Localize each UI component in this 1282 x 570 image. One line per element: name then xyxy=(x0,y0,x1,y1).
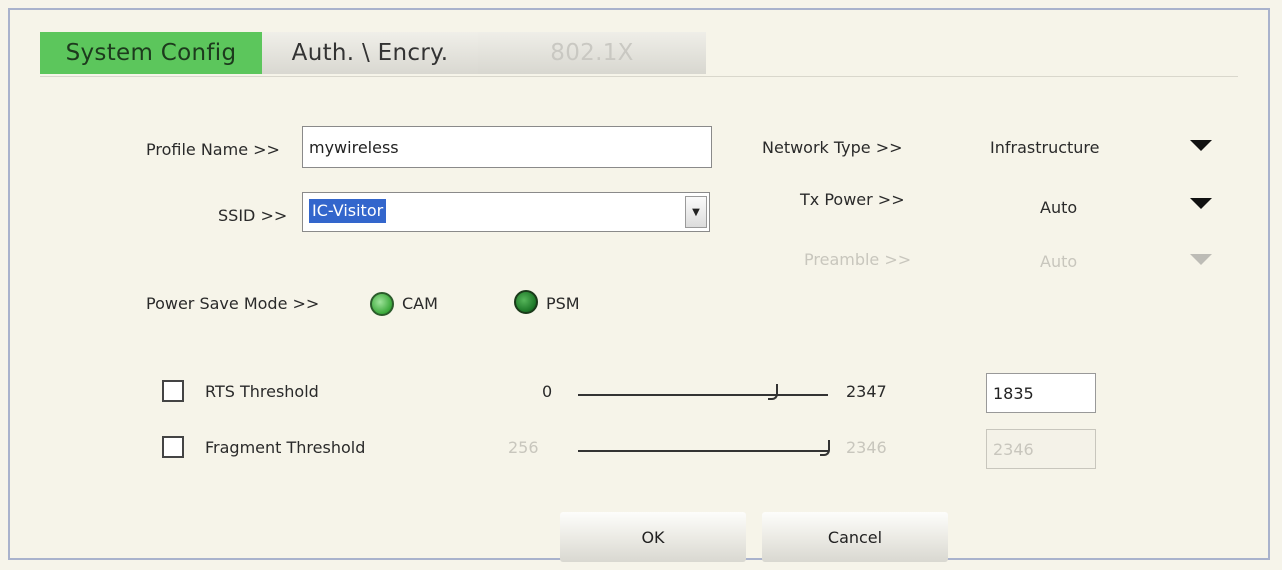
rts-max-label: 2347 xyxy=(846,382,887,401)
preamble-value: Auto xyxy=(1040,252,1078,271)
cam-radio[interactable] xyxy=(370,292,394,316)
preamble-label: Preamble >> xyxy=(804,250,912,269)
network-type-dropdown-icon[interactable] xyxy=(1190,140,1212,151)
profile-name-input[interactable]: mywireless xyxy=(302,126,712,168)
rts-min-label: 0 xyxy=(542,382,553,401)
cam-label: CAM xyxy=(402,294,438,313)
ok-button[interactable]: OK xyxy=(560,512,746,562)
fragment-threshold-label: Fragment Threshold xyxy=(205,438,366,457)
chevron-down-icon: ▼ xyxy=(692,206,700,218)
fragment-min-label: 256 xyxy=(508,438,539,457)
ssid-label: SSID >> xyxy=(218,206,288,225)
psm-radio[interactable] xyxy=(514,290,538,314)
rts-value-input[interactable]: 1835 xyxy=(986,373,1096,413)
cancel-button[interactable]: Cancel xyxy=(762,512,948,562)
fragment-threshold-checkbox[interactable] xyxy=(162,436,184,458)
rts-threshold-label: RTS Threshold xyxy=(205,382,319,401)
tab-bar: System Config Auth. \ Encry. 802.1X xyxy=(40,32,706,74)
power-save-mode-label: Power Save Mode >> xyxy=(146,294,320,313)
tab-divider xyxy=(40,76,1238,77)
tab-auth-encry[interactable]: Auth. \ Encry. xyxy=(262,32,478,74)
tab-system-config[interactable]: System Config xyxy=(40,32,262,74)
tx-power-label: Tx Power >> xyxy=(800,190,905,209)
ssid-dropdown-button[interactable]: ▼ xyxy=(685,196,707,228)
fragment-slider-track xyxy=(578,450,828,452)
rts-slider-thumb[interactable] xyxy=(768,384,778,400)
dialog-frame xyxy=(8,8,1270,560)
fragment-slider-thumb xyxy=(820,440,830,456)
fragment-max-label: 2346 xyxy=(846,438,887,457)
network-type-value[interactable]: Infrastructure xyxy=(990,138,1099,157)
rts-slider-track[interactable] xyxy=(578,394,828,396)
psm-label: PSM xyxy=(546,294,580,313)
tx-power-dropdown-icon[interactable] xyxy=(1190,198,1212,209)
network-type-label: Network Type >> xyxy=(762,138,903,157)
fragment-value-input: 2346 xyxy=(986,429,1096,469)
ssid-combobox[interactable]: IC-Visitor ▼ xyxy=(302,192,710,232)
profile-name-label: Profile Name >> xyxy=(146,140,280,159)
tx-power-value[interactable]: Auto xyxy=(1040,198,1077,217)
preamble-dropdown-icon xyxy=(1190,254,1212,265)
rts-threshold-checkbox[interactable] xyxy=(162,380,184,402)
tab-8021x[interactable]: 802.1X xyxy=(478,32,706,74)
ssid-value: IC-Visitor xyxy=(309,199,387,223)
